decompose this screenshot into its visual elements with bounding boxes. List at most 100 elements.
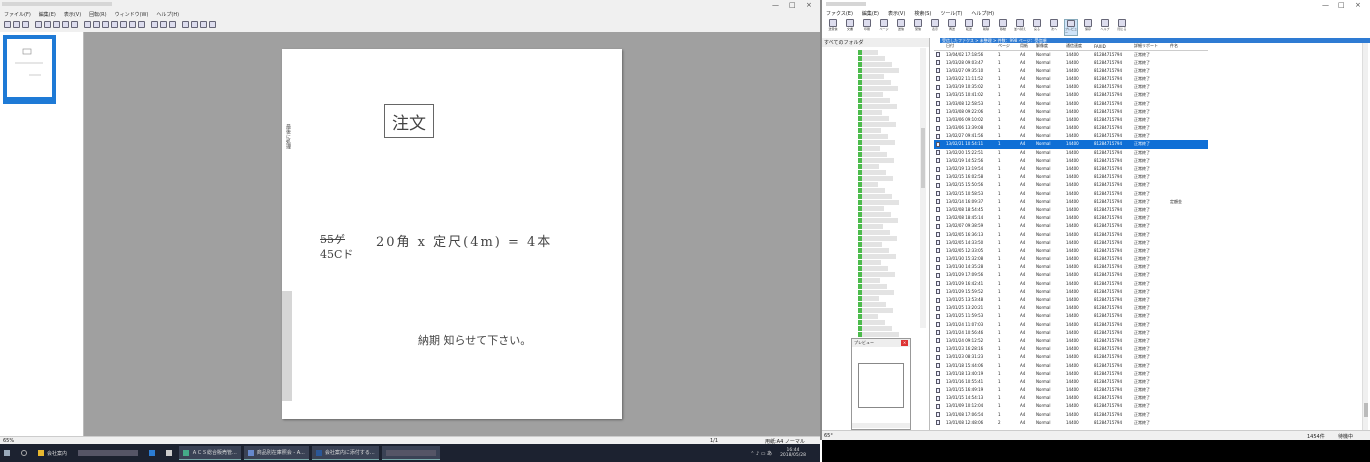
- tree-folder-item[interactable]: [858, 98, 890, 103]
- tree-folder-item[interactable]: [858, 158, 894, 163]
- close-button[interactable]: ×: [806, 1, 812, 9]
- maximize-button[interactable]: □: [789, 1, 796, 9]
- table-row[interactable]: 13/02/08 18:54:45 1 A4 Normal 14400 812847157…: [934, 206, 1208, 214]
- table-row[interactable]: 13/01/25 11:59:53 1 A4 Normal 14400 812847157…: [934, 312, 1208, 320]
- toolbar-button[interactable]: ページ: [877, 19, 891, 36]
- tree-folder-item[interactable]: [858, 116, 889, 121]
- column-header[interactable]: 件名: [1168, 43, 1208, 51]
- save-icon[interactable]: [22, 21, 29, 28]
- table-row[interactable]: 13/01/08 12:48:06 2 A4 Normal 14400 812847157…: [934, 419, 1208, 427]
- tree-folder-item[interactable]: [858, 74, 884, 79]
- table-row[interactable]: 13/03/28 09:03:47 1 A4 Normal 14400 812847157…: [934, 59, 1208, 67]
- tree-scroll-thumb[interactable]: [921, 128, 925, 188]
- table-row[interactable]: 13/01/15 16:49:19 1 A4 Normal 14400 812847157…: [934, 386, 1208, 394]
- tree-folder-item[interactable]: [858, 218, 898, 223]
- table-row[interactable]: 13/04/02 17:18:56 1 A4 Normal 14400 812847157…: [934, 50, 1208, 59]
- table-row[interactable]: 13/03/08 09:22:06 1 A4 Normal 14400 812847157…: [934, 108, 1208, 116]
- stamp-icon[interactable]: [160, 21, 167, 28]
- preview-close-button[interactable]: ×: [901, 340, 908, 346]
- tree-folder-item[interactable]: [858, 122, 896, 127]
- tree-folder-item[interactable]: [858, 224, 883, 229]
- fit-page-icon[interactable]: [102, 21, 109, 28]
- tree-folder-item[interactable]: [858, 242, 882, 247]
- actual-size-icon[interactable]: [120, 21, 127, 28]
- tree-folder-item[interactable]: [858, 278, 880, 283]
- tree-folder-item[interactable]: [858, 68, 899, 73]
- table-row[interactable]: 13/01/24 10:56:46 1 A4 Normal 14400 812847157…: [934, 329, 1208, 337]
- table-row[interactable]: 13/02/15 16:02:58 1 A4 Normal 14400 812847157…: [934, 173, 1208, 181]
- menu-edit[interactable]: 編集(E): [39, 11, 56, 18]
- tree-folder-item[interactable]: [858, 146, 880, 151]
- page-thumbnail[interactable]: [3, 35, 56, 104]
- tree-folder-item[interactable]: [858, 170, 886, 175]
- table-row[interactable]: 13/01/25 13:20:21 1 A4 Normal 14400 812847157…: [934, 304, 1208, 312]
- table-row[interactable]: 13/01/16 10:55:41 1 A4 Normal 14400 812847157…: [934, 378, 1208, 386]
- tree-folder-item[interactable]: [858, 206, 884, 211]
- table-row[interactable]: 13/02/19 14:52:56 1 A4 Normal 14400 812847157…: [934, 157, 1208, 165]
- toolbar-button[interactable]: 閉じる: [1115, 19, 1129, 36]
- tree-folder-item[interactable]: [858, 272, 895, 277]
- cut-icon[interactable]: [35, 21, 42, 28]
- tree-folder-item[interactable]: [858, 62, 892, 67]
- table-row[interactable]: 13/01/29 15:59:52 1 A4 Normal 14400 812847157…: [934, 288, 1208, 296]
- close-button[interactable]: ×: [1355, 1, 1361, 9]
- tree-folder-item[interactable]: [858, 236, 897, 241]
- toolbar-button[interactable]: 受信: [911, 19, 925, 36]
- table-row[interactable]: 13/01/24 09:12:52 1 A4 Normal 14400 812847157…: [934, 337, 1208, 345]
- tree-folder-item[interactable]: [858, 110, 882, 115]
- menu-fax[interactable]: ファクス(E): [826, 10, 853, 17]
- tree-folder-item[interactable]: [858, 260, 881, 265]
- table-row[interactable]: 13/02/19 13:19:54 1 A4 Normal 14400 812847157…: [934, 165, 1208, 173]
- table-row[interactable]: 13/02/07 09:38:59 1 A4 Normal 14400 812847157…: [934, 222, 1208, 230]
- table-row[interactable]: 13/01/29 16:42:41 1 A4 Normal 14400 812847157…: [934, 280, 1208, 288]
- column-header[interactable]: 解像度: [1034, 43, 1064, 51]
- menu-tools[interactable]: ツール(T): [940, 10, 962, 17]
- taskbar-item-word[interactable]: 会社案内に添付する...: [311, 446, 379, 460]
- table-row[interactable]: 13/02/27 09:41:56 1 A4 Normal 14400 812847157…: [934, 132, 1208, 140]
- tree-folder-item[interactable]: [858, 152, 887, 157]
- tree-folder-item[interactable]: [858, 284, 887, 289]
- taskbar-item-acs[interactable]: ＡＣＳ総合販売管...: [179, 446, 241, 460]
- tray-icons[interactable]: ⌃ ♪ ▭ あ: [750, 450, 772, 457]
- list-scrollbar[interactable]: [1362, 43, 1368, 431]
- table-row[interactable]: 13/03/15 10:41:02 1 A4 Normal 14400 812847157…: [934, 91, 1208, 99]
- redo-icon[interactable]: [71, 21, 78, 28]
- zoom-in-icon[interactable]: [84, 21, 91, 28]
- tree-scrollbar[interactable]: [920, 48, 926, 328]
- minimize-button[interactable]: —: [1322, 1, 1329, 9]
- toolbar-button[interactable]: 保存: [1081, 19, 1095, 36]
- tree-folder-item[interactable]: [858, 266, 888, 271]
- taskbar-item-mail[interactable]: [162, 446, 176, 460]
- tree-folder-item[interactable]: [858, 104, 897, 109]
- table-row[interactable]: 13/02/15 10:58:53 1 A4 Normal 14400 812847157…: [934, 190, 1208, 198]
- table-row[interactable]: 13/01/29 17:09:56 1 A4 Normal 14400 812847157…: [934, 271, 1208, 279]
- clock[interactable]: 16:44 2018/05/28: [780, 448, 806, 458]
- tree-folder-item[interactable]: [858, 302, 886, 307]
- taskbar-item-edge[interactable]: [145, 446, 159, 460]
- column-header[interactable]: ページ: [996, 43, 1018, 51]
- table-row[interactable]: 13/02/20 15:22:51 1 A4 Normal 14400 812847157…: [934, 149, 1208, 157]
- list-scroll-thumb[interactable]: [1364, 403, 1368, 417]
- zoom-out-icon[interactable]: [93, 21, 100, 28]
- taskbar-search[interactable]: [17, 446, 31, 460]
- tree-folder-item[interactable]: [858, 134, 888, 139]
- tree-folder-item[interactable]: [858, 212, 891, 217]
- pen-icon[interactable]: [151, 21, 158, 28]
- table-row[interactable]: 13/02/21 10:54:11 1 A4 Normal 14400 812847157…: [934, 140, 1208, 149]
- menu-help[interactable]: ヘルプ(H): [156, 11, 179, 18]
- table-row[interactable]: 13/03/08 12:58:53 1 A4 Normal 14400 812847157…: [934, 99, 1208, 107]
- tree-folder-item[interactable]: [858, 200, 899, 205]
- preview-scrollbar[interactable]: [852, 423, 910, 428]
- toolbar-button[interactable]: 送受信: [826, 19, 840, 36]
- table-row[interactable]: 13/01/09 10:12:04 1 A4 Normal 14400 812847157…: [934, 402, 1208, 410]
- start-button[interactable]: [0, 446, 14, 460]
- tree-folder-item[interactable]: [858, 254, 896, 259]
- taskbar-item-redacted[interactable]: [74, 446, 142, 460]
- toolbar-button[interactable]: 並べ替え: [1013, 19, 1027, 36]
- taskbar-item-stock[interactable]: 商品別在庫照会 - A...: [243, 446, 309, 460]
- tree-folder-item[interactable]: [858, 92, 883, 97]
- table-row[interactable]: 13/01/25 13:53:48 1 A4 Normal 14400 812847157…: [934, 296, 1208, 304]
- pointer-icon[interactable]: [200, 21, 207, 28]
- folder-tree[interactable]: すべてのフォルダ プレビュー ×: [822, 38, 930, 430]
- undo-icon[interactable]: [62, 21, 69, 28]
